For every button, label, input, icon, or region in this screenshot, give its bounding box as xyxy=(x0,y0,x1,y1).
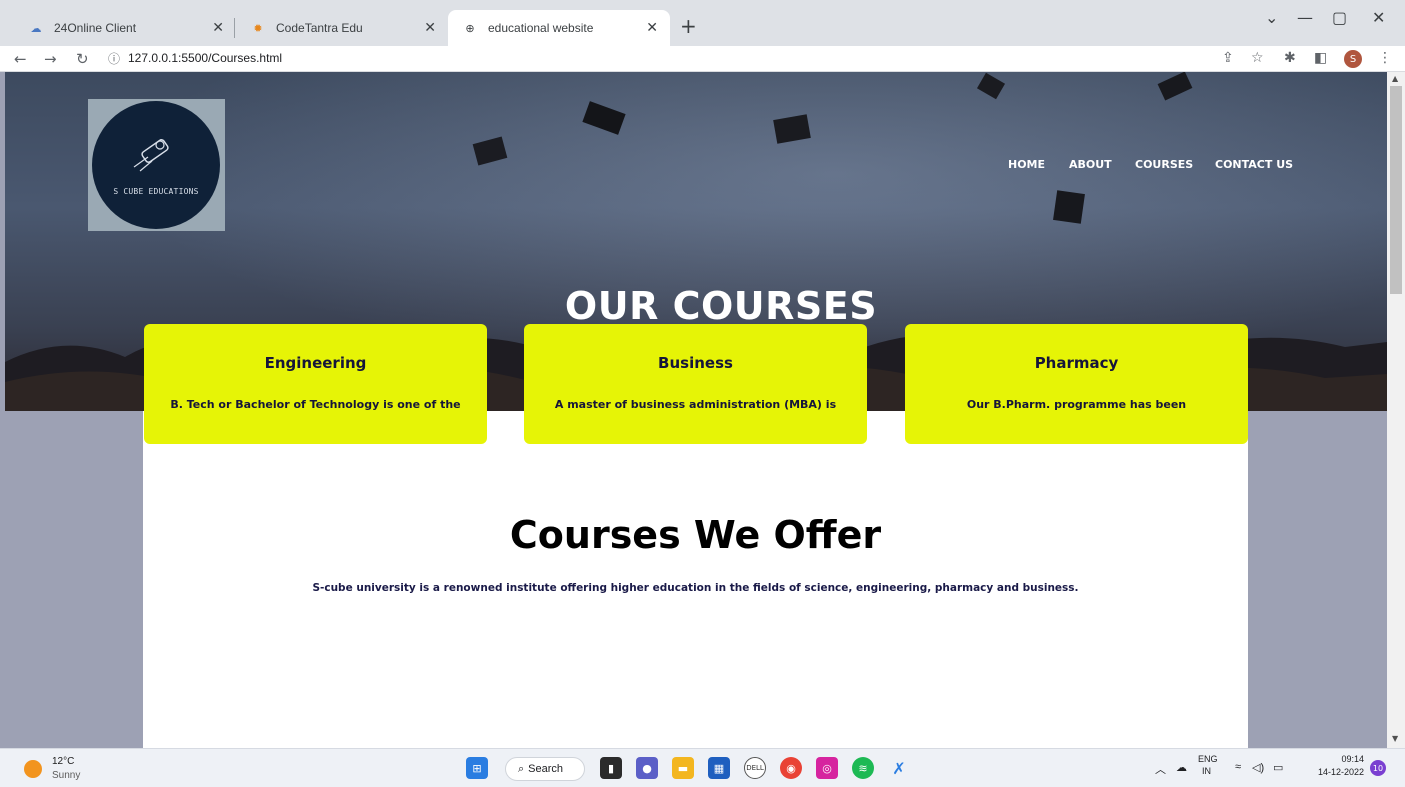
page-scrollbar[interactable]: ▲ ▼ xyxy=(1387,72,1405,748)
close-icon[interactable]: ✕ xyxy=(212,19,224,36)
volume-icon[interactable]: ◁) xyxy=(1252,761,1264,774)
browser-toolbar: ← → ↻ ⓘ 127.0.0.1:5500/Courses.html ⇪ ☆ … xyxy=(0,46,1405,72)
info-icon[interactable]: ⓘ xyxy=(108,50,120,67)
language-code[interactable]: ENG xyxy=(1198,754,1218,764)
forward-arrow-icon[interactable]: → xyxy=(44,50,57,68)
site-logo[interactable]: S CUBE EDUCATIONS xyxy=(88,99,225,231)
card-text: B. Tech or Bachelor of Technology is one… xyxy=(170,398,461,411)
address-bar[interactable]: 127.0.0.1:5500/Courses.html xyxy=(128,51,282,65)
diploma-icon xyxy=(133,139,169,172)
weather-temperature: 12°C xyxy=(52,756,75,767)
page-viewport: S CUBE EDUCATIONS HOME ABOUT COURSES CON… xyxy=(0,72,1387,748)
course-card-business[interactable]: Business A master of business administra… xyxy=(524,324,867,444)
scroll-up-arrow-icon[interactable]: ▲ xyxy=(1392,74,1398,83)
sun-icon: ✹ xyxy=(253,22,263,35)
close-icon[interactable]: ✕ xyxy=(424,19,436,36)
logo-text: S CUBE EDUCATIONS xyxy=(113,187,199,196)
clock-time[interactable]: 09:14 xyxy=(1320,754,1364,764)
card-title: Business xyxy=(658,354,733,372)
hero-title: OUR COURSES xyxy=(564,284,878,328)
notification-badge[interactable]: 10 xyxy=(1370,760,1386,776)
tab-codetantra[interactable]: ✹ CodeTantra Edu ✕ xyxy=(236,10,448,46)
tab-educational-website[interactable]: ⊕ educational website ✕ xyxy=(448,10,670,46)
course-card-pharmacy[interactable]: Pharmacy Our B.Pharm. programme has been xyxy=(905,324,1248,444)
profile-avatar[interactable]: S xyxy=(1344,50,1362,68)
onedrive-cloud-icon[interactable]: ☁ xyxy=(1176,761,1187,774)
wifi-icon[interactable]: ≈ xyxy=(1235,761,1241,773)
instagram-icon[interactable]: ◎ xyxy=(816,757,838,779)
nav-courses[interactable]: COURSES xyxy=(1135,158,1193,171)
battery-icon[interactable]: ▭ xyxy=(1273,761,1283,774)
maximize-button[interactable]: ▢ xyxy=(1332,8,1347,27)
vscode-icon[interactable]: ✗ xyxy=(888,757,910,779)
card-title: Pharmacy xyxy=(1034,354,1119,372)
extensions-puzzle-icon[interactable]: ✱ xyxy=(1284,50,1296,66)
windows-start-icon[interactable]: ⊞ xyxy=(466,757,488,779)
scroll-thumb[interactable] xyxy=(1390,86,1402,294)
browser-tab-bar: ☁ 24Online Client ✕ ✹ CodeTantra Edu ✕ ⊕… xyxy=(0,0,1405,46)
tab-24online[interactable]: ☁ 24Online Client ✕ xyxy=(14,10,236,46)
new-tab-button[interactable]: + xyxy=(680,14,697,38)
task-view-icon[interactable]: ▮ xyxy=(600,757,622,779)
close-window-button[interactable]: ✕ xyxy=(1372,8,1385,27)
nav-contact-us[interactable]: CONTACT US xyxy=(1215,158,1293,171)
tab-separator xyxy=(234,18,235,38)
clock-date[interactable]: 14-12-2022 xyxy=(1308,767,1364,777)
reload-icon[interactable]: ↻ xyxy=(76,50,89,68)
search-label: Search xyxy=(528,763,564,775)
tab-title: educational website xyxy=(488,21,594,35)
taskbar-search[interactable]: ⌕ Search xyxy=(505,757,585,781)
language-region[interactable]: IN xyxy=(1202,766,1211,776)
globe-icon: ⊕ xyxy=(465,22,475,35)
search-icon: ⌕ xyxy=(518,762,525,775)
share-icon[interactable]: ⇪ xyxy=(1222,50,1234,66)
back-arrow-icon[interactable]: ← xyxy=(14,50,27,68)
course-card-engineering[interactable]: Engineering B. Tech or Bachelor of Techn… xyxy=(144,324,487,444)
windows-taskbar: 12°C Sunny ⊞ ⌕ Search ▮ ● ▬ ▦ DELL ◉ ◎ ≋… xyxy=(0,748,1405,787)
dell-icon[interactable]: DELL xyxy=(744,757,766,779)
star-icon[interactable]: ☆ xyxy=(1251,50,1264,66)
close-icon[interactable]: ✕ xyxy=(646,19,658,36)
tab-title: CodeTantra Edu xyxy=(276,21,363,35)
file-explorer-icon[interactable]: ▬ xyxy=(672,757,694,779)
sun-weather-icon[interactable] xyxy=(24,760,42,778)
card-text: Our B.Pharm. programme has been xyxy=(966,398,1187,411)
scroll-down-arrow-icon[interactable]: ▼ xyxy=(1392,734,1398,743)
courses-section: Courses We Offer S-cube university is a … xyxy=(143,411,1248,748)
chevron-up-icon[interactable]: ︿ xyxy=(1155,761,1166,777)
side-panel-icon[interactable]: ◧ xyxy=(1314,50,1327,66)
teams-chat-icon[interactable]: ● xyxy=(636,757,658,779)
microsoft-store-icon[interactable]: ▦ xyxy=(708,757,730,779)
cloud-icon: ☁ xyxy=(30,22,42,35)
section-title: Courses We Offer xyxy=(509,513,882,557)
nav-home[interactable]: HOME xyxy=(1008,158,1045,171)
section-subtitle: S-cube university is a renowned institut… xyxy=(312,582,1079,594)
card-text: A master of business administration (MBA… xyxy=(554,398,837,411)
minimize-button[interactable]: — xyxy=(1297,8,1313,27)
menu-kebab-icon[interactable]: ⋮ xyxy=(1378,50,1392,66)
card-title: Engineering xyxy=(264,354,367,372)
tab-search-chevron-icon[interactable]: ⌄ xyxy=(1265,8,1278,27)
spotify-icon[interactable]: ≋ xyxy=(852,757,874,779)
logo-circle: S CUBE EDUCATIONS xyxy=(92,101,220,229)
chrome-icon[interactable]: ◉ xyxy=(780,757,802,779)
nav-about[interactable]: ABOUT xyxy=(1069,158,1112,171)
tab-title: 24Online Client xyxy=(54,21,137,35)
weather-description: Sunny xyxy=(52,770,81,781)
